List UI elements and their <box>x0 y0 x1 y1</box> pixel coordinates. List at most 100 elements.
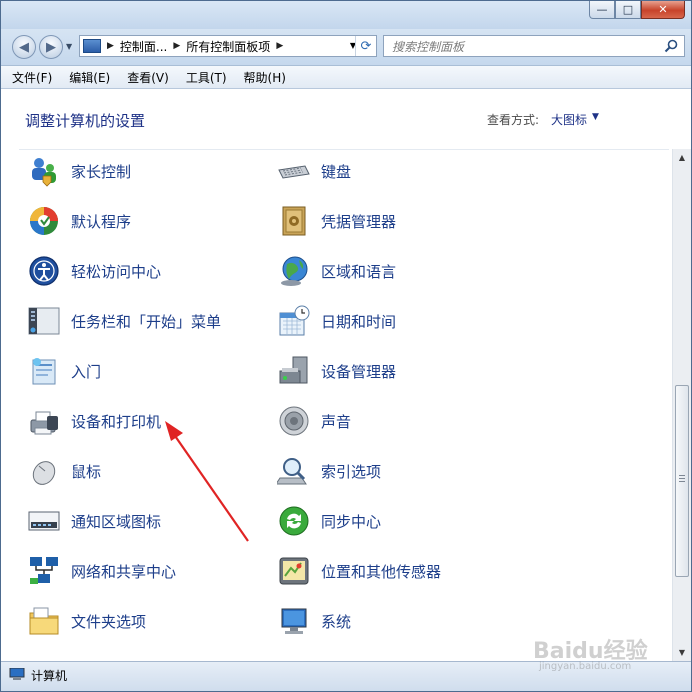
vertical-scrollbar[interactable]: ▲ ▼ <box>672 149 691 661</box>
menu-tools[interactable]: 工具(T) <box>180 69 233 86</box>
printer-icon <box>30 411 58 435</box>
menu-file[interactable]: 文件(F) <box>6 69 58 86</box>
cp-item-default-programs[interactable]: 默认程序 <box>27 201 131 241</box>
cp-item-region-language[interactable]: 区域和语言 <box>277 251 396 291</box>
cp-item-getting-started[interactable]: 入门 <box>27 351 101 391</box>
cp-item-label[interactable]: 家长控制 <box>71 161 131 182</box>
cp-item-label[interactable]: 设备管理器 <box>321 361 396 382</box>
cp-item-label[interactable]: 日期和时间 <box>321 311 396 332</box>
cp-item-label[interactable]: 任务栏和「开始」菜单 <box>71 311 221 332</box>
taskbar-icon <box>28 307 60 335</box>
cp-item-label[interactable]: 系统 <box>321 611 351 632</box>
search-icon[interactable] <box>664 39 678 53</box>
menu-help[interactable]: 帮助(H) <box>238 69 292 86</box>
cp-item-label[interactable]: 位置和其他传感器 <box>321 561 441 582</box>
calendar-clock-icon <box>279 305 310 336</box>
breadcrumb-control-panel[interactable]: 控制面... <box>120 38 167 55</box>
cp-item-notification-area[interactable]: 通知区域图标 <box>27 501 161 541</box>
forward-button[interactable]: ▶ <box>39 35 63 59</box>
sync-icon <box>279 506 309 536</box>
globe-icon <box>281 256 308 286</box>
cp-item-label[interactable]: 入门 <box>71 361 101 382</box>
ease-of-access-icon <box>29 256 59 286</box>
annotation-arrow <box>165 421 249 542</box>
cp-item-label[interactable]: 索引选项 <box>321 461 381 482</box>
minimize-button[interactable]: — <box>589 1 615 19</box>
back-button[interactable]: ◀ <box>12 35 36 59</box>
title-bar[interactable]: — □ ✕ <box>1 1 691 29</box>
notification-area-icon <box>28 511 60 531</box>
cp-item-location-sensors[interactable]: 位置和其他传感器 <box>277 551 441 591</box>
scrollbar-thumb[interactable] <box>675 385 689 577</box>
window-controls: — □ ✕ <box>589 1 685 21</box>
status-text: 计算机 <box>31 669 68 683</box>
cp-item-folder-options[interactable]: 文件夹选项 <box>27 601 146 641</box>
menu-bar: 文件(F) 编辑(E) 查看(V) 工具(T) 帮助(H) <box>1 65 691 89</box>
cp-item-sync-center[interactable]: 同步中心 <box>277 501 381 541</box>
network-icon <box>30 557 58 584</box>
content-pane: 调整计算机的设置 查看方式: 大图标 ▼ 家长控制 默认程序 轻松访问中心 任务… <box>1 89 691 661</box>
menu-edit[interactable]: 编辑(E) <box>63 69 116 86</box>
breadcrumb-separator[interactable]: ▶ <box>276 41 283 51</box>
folder-options-icon <box>29 607 59 635</box>
cp-item-label[interactable]: 鼠标 <box>71 461 101 482</box>
cp-item-label[interactable]: 网络和共享中心 <box>71 561 176 582</box>
cp-item-label[interactable]: 同步中心 <box>321 511 381 532</box>
cp-item-device-manager[interactable]: 设备管理器 <box>277 351 396 391</box>
computer-icon <box>9 668 25 680</box>
mouse-icon <box>32 461 56 485</box>
cp-item-indexing-options[interactable]: 索引选项 <box>277 451 381 491</box>
indexing-icon <box>277 458 307 485</box>
device-manager-icon <box>279 356 308 384</box>
scroll-up-arrow[interactable]: ▲ <box>673 149 691 166</box>
keyboard-icon <box>278 165 310 179</box>
cp-item-ease-of-access[interactable]: 轻松访问中心 <box>27 251 161 291</box>
location-sensor-icon <box>279 557 309 585</box>
cp-item-mouse[interactable]: 鼠标 <box>27 451 101 491</box>
divider <box>19 149 669 150</box>
chevron-down-icon[interactable]: ▼ <box>592 112 599 122</box>
refresh-button[interactable]: ⟳ <box>355 36 376 56</box>
navigation-bar: ◀ ▶ ▼ ▶ 控制面... ▶ 所有控制面板项 ▶ ▼ ⟳ <box>1 29 691 65</box>
cp-item-label[interactable]: 文件夹选项 <box>71 611 146 632</box>
cp-item-label[interactable]: 区域和语言 <box>321 261 396 282</box>
menu-view[interactable]: 查看(V) <box>121 69 175 86</box>
cp-item-label[interactable]: 通知区域图标 <box>71 511 161 532</box>
cp-item-system[interactable]: 系统 <box>277 601 351 641</box>
parental-controls-icon <box>32 158 56 187</box>
cp-item-taskbar[interactable]: 任务栏和「开始」菜单 <box>27 301 221 341</box>
cp-item-keyboard[interactable]: 键盘 <box>277 151 351 191</box>
address-bar[interactable]: ▶ 控制面... ▶ 所有控制面板项 ▶ ▼ ⟳ <box>79 35 377 57</box>
search-input[interactable] <box>390 37 654 57</box>
maximize-button[interactable]: □ <box>615 1 641 19</box>
cp-item-label[interactable]: 轻松访问中心 <box>71 261 161 282</box>
cp-item-date-time[interactable]: 日期和时间 <box>277 301 396 341</box>
page-title: 调整计算机的设置 <box>25 112 146 130</box>
system-icon <box>281 608 307 634</box>
close-button[interactable]: ✕ <box>641 1 685 19</box>
cp-item-parental-controls[interactable]: 家长控制 <box>27 151 131 191</box>
view-by-dropdown[interactable]: 大图标 <box>551 111 587 128</box>
cp-item-label[interactable]: 凭据管理器 <box>321 211 396 232</box>
breadcrumb-separator[interactable]: ▶ <box>173 41 180 51</box>
cp-item-label[interactable]: 声音 <box>321 411 351 432</box>
control-panel-window: — □ ✕ ◀ ▶ ▼ ▶ 控制面... ▶ 所有控制面板项 ▶ ▼ ⟳ 文件(… <box>0 0 692 692</box>
cp-item-sound[interactable]: 声音 <box>277 401 351 441</box>
default-programs-icon <box>30 207 58 235</box>
status-bar: 计算机 <box>1 661 691 691</box>
cp-item-label[interactable]: 默认程序 <box>71 211 131 232</box>
cp-item-label[interactable]: 键盘 <box>321 161 351 182</box>
getting-started-icon <box>32 358 56 385</box>
breadcrumb-all-items[interactable]: 所有控制面板项 <box>186 38 270 55</box>
view-by-label: 查看方式: <box>487 113 540 127</box>
cp-item-credential-manager[interactable]: 凭据管理器 <box>277 201 396 241</box>
scroll-down-arrow[interactable]: ▼ <box>673 644 691 661</box>
search-box[interactable] <box>383 35 685 57</box>
recent-pages-dropdown[interactable]: ▼ <box>66 42 72 51</box>
cp-item-network-sharing[interactable]: 网络和共享中心 <box>27 551 176 591</box>
cp-item-devices-printers[interactable]: 设备和打印机 <box>27 401 161 441</box>
credential-manager-icon <box>282 206 306 236</box>
control-panel-icon <box>83 39 101 53</box>
breadcrumb-separator[interactable]: ▶ <box>107 41 114 51</box>
cp-item-label[interactable]: 设备和打印机 <box>71 411 161 432</box>
